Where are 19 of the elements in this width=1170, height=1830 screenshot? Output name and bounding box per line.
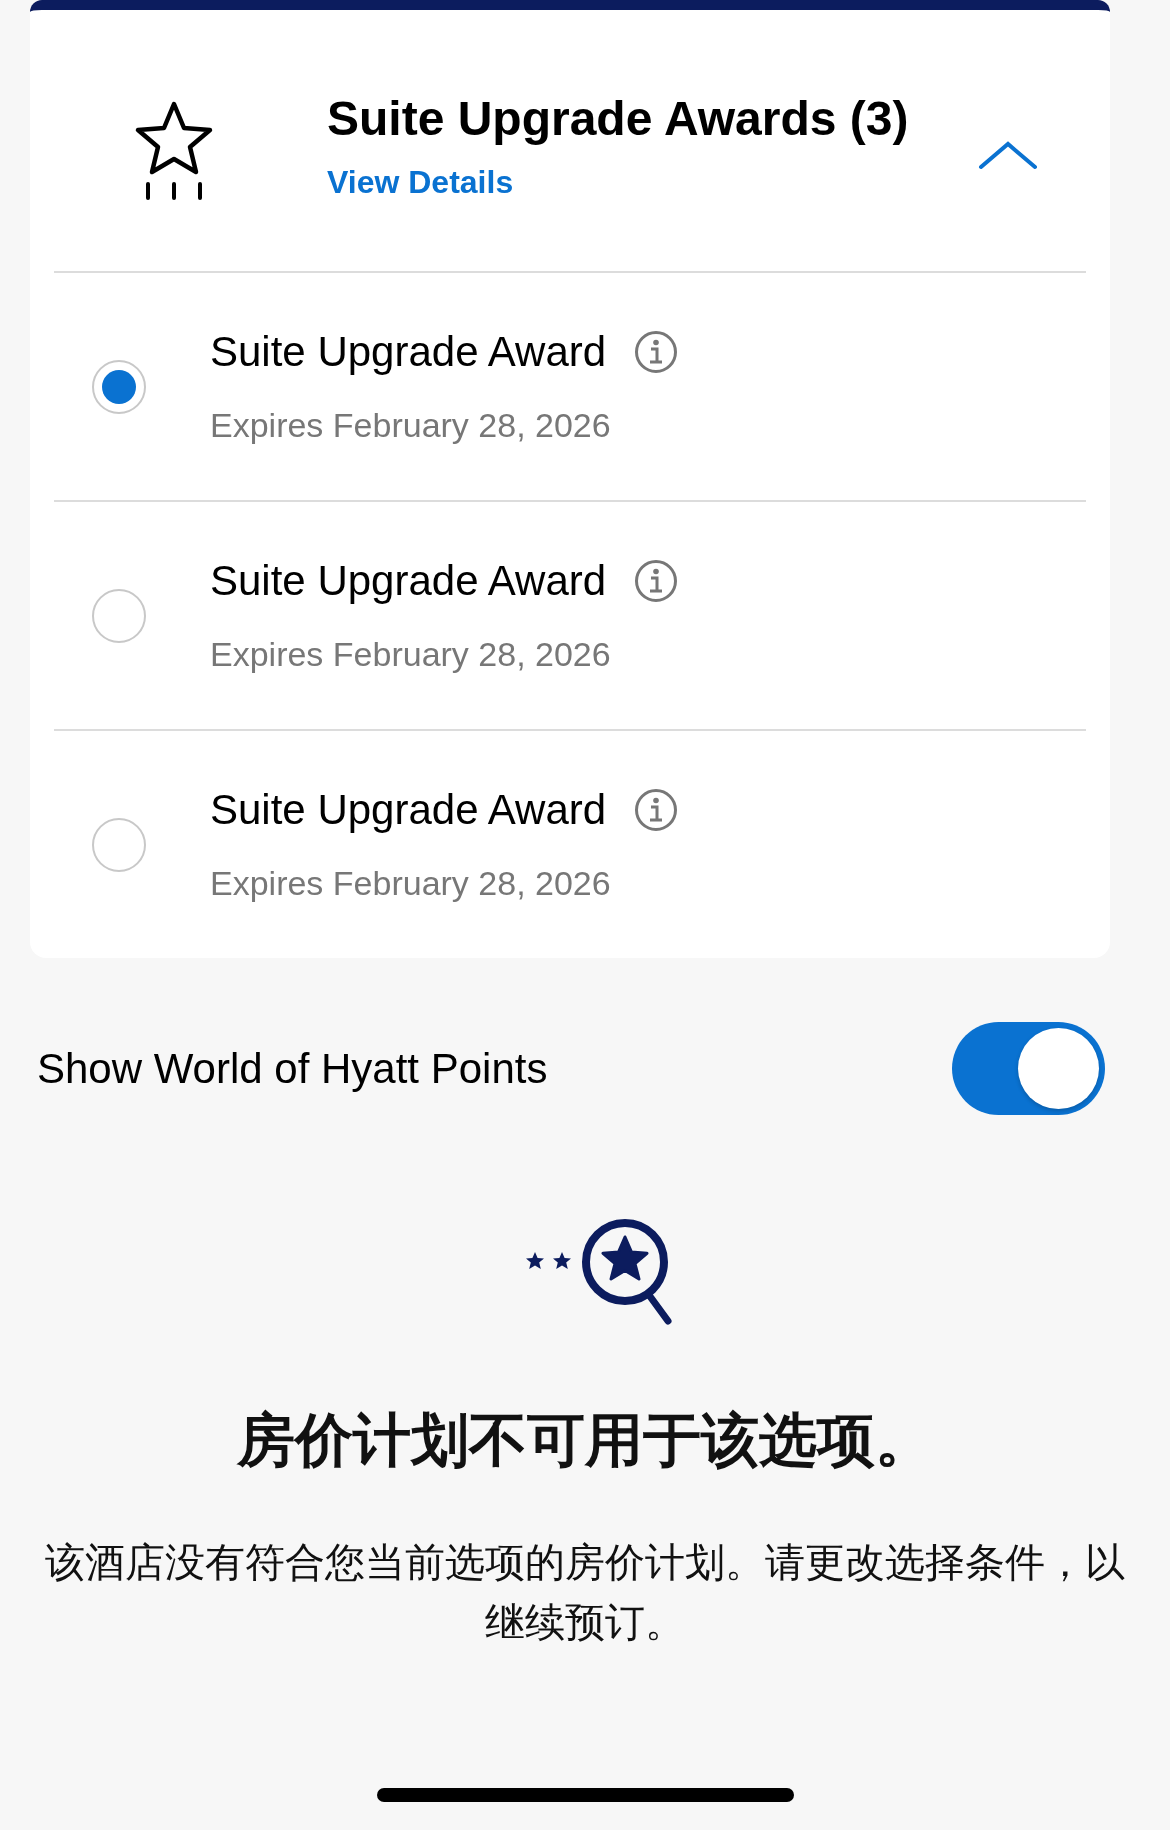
- radio-button[interactable]: [92, 817, 146, 872]
- award-name: Suite Upgrade Award: [210, 557, 607, 605]
- empty-message: 该酒店没有符合您当前选项的房价计划。请更改选择条件，以继续预订。: [45, 1539, 1125, 1646]
- info-icon[interactable]: [634, 330, 679, 374]
- radio-button[interactable]: [92, 359, 146, 414]
- view-details-link[interactable]: View Details: [327, 164, 514, 201]
- expiry-date: Expires February 28, 2026: [210, 406, 612, 445]
- card-title: Suite Upgrade Awards (3): [327, 91, 910, 147]
- radio-button[interactable]: [92, 588, 146, 643]
- empty-heading: 房价计划不可用于该选项。: [237, 1406, 933, 1474]
- info-icon[interactable]: [634, 788, 679, 832]
- expiry-date: Expires February 28, 2026: [210, 635, 612, 674]
- info-icon[interactable]: [634, 559, 679, 603]
- chevron-icon[interactable]: [978, 140, 1038, 170]
- star-icon: [134, 100, 214, 200]
- toggle-label: Show World of Hyatt Points: [37, 1044, 548, 1093]
- award-name: Suite Upgrade Award: [210, 328, 607, 376]
- award-name: Suite Upgrade Award: [210, 786, 607, 834]
- expiry-date: Expires February 28, 2026: [210, 864, 612, 903]
